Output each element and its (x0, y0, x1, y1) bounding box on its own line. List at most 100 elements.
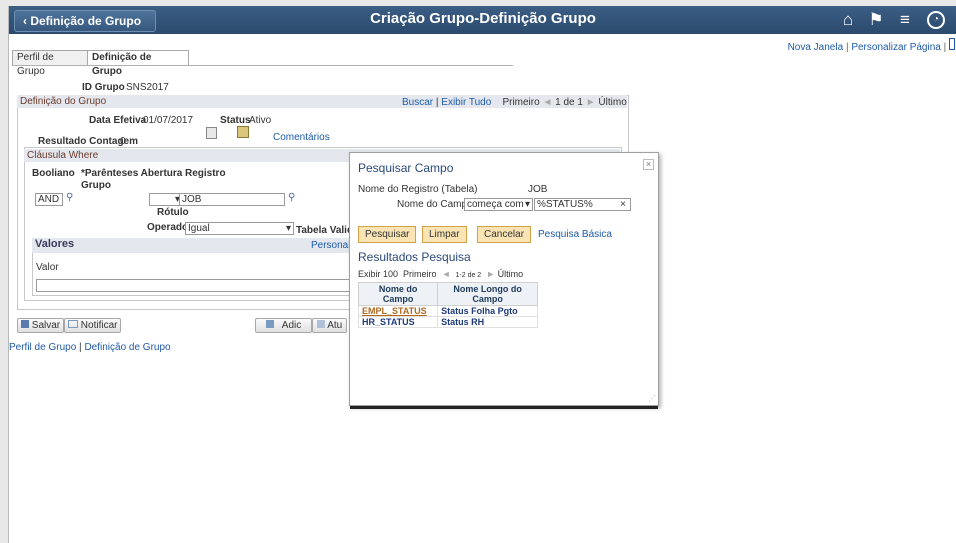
menu-icon[interactable]: ≡ (895, 10, 915, 30)
find-link[interactable]: Buscar (402, 97, 433, 108)
clear-icon[interactable]: × (620, 199, 626, 210)
next-icon[interactable]: ► (586, 97, 596, 108)
field-operator-select[interactable]: começa com ▾ (464, 198, 533, 211)
col-group: Grupo (81, 180, 111, 191)
update-button[interactable]: Atu (312, 318, 348, 333)
section-title: Cláusula Where (27, 150, 99, 161)
resize-grip-icon[interactable]: ⋰ (648, 394, 656, 403)
record-input[interactable]: JOB (179, 193, 285, 206)
value-column-header: Valor (36, 262, 59, 273)
search-label: Pesquisar (365, 229, 410, 240)
chevron-down-icon: ▾ (524, 199, 530, 210)
notify-button[interactable]: Notificar (64, 318, 122, 333)
search-button[interactable]: Pesquisar (358, 226, 417, 243)
col-field-name: Nome do Campo (357, 282, 439, 306)
lookup-icon[interactable]: ⚲ (66, 192, 73, 203)
top-links: Nova Janela | Personalizar Página | (788, 38, 955, 53)
results-title: Resultados Pesquisa (358, 250, 471, 264)
save-button[interactable]: Salvar (17, 318, 65, 333)
open-paren-select[interactable]: ▾ (149, 193, 181, 206)
app-frame: ‹ Definição de Grupo Criação Grupo-Defin… (8, 6, 956, 543)
first-label: Primeiro (502, 97, 540, 108)
table-row[interactable]: EMPL_STATUS Status Folha Pgto (357, 305, 538, 317)
operator-select[interactable]: Igual ▾ (185, 222, 294, 235)
group-def-nav: Buscar | Exibir Tudo Primeiro ◄ 1 de 1 ►… (402, 97, 627, 108)
add-button[interactable]: Adic (255, 318, 313, 333)
lookup-icon[interactable]: ⚲ (288, 192, 295, 203)
field-name-input[interactable]: %STATUS% × (534, 198, 631, 211)
dialog-shadow (350, 406, 658, 409)
prev-icon[interactable]: ◄ (442, 269, 451, 279)
cancel-label: Cancelar (484, 229, 525, 240)
record-name-value: JOB (528, 184, 548, 195)
home-icon[interactable]: ⌂ (838, 10, 858, 30)
navbar-icon[interactable]: ◔ (927, 11, 945, 29)
footer-links: Perfil de Grupo | Definição de Grupo (9, 342, 171, 353)
save-icon (21, 320, 29, 328)
result-field-long-name[interactable]: Status RH (437, 316, 538, 328)
operator-value: Igual (188, 223, 210, 234)
page-counter: 1 de 1 (555, 97, 583, 108)
range-counter: 1-2 de 2 (455, 272, 482, 279)
calendar-icon[interactable] (206, 127, 217, 139)
chevron-down-icon: ▾ (285, 223, 291, 234)
clear-button[interactable]: Limpar (422, 226, 467, 243)
prev-icon[interactable]: ◄ (542, 97, 552, 108)
tab-group-definition[interactable]: Definição de Grupo (87, 50, 189, 77)
eff-date-label: Data Efetiva (89, 115, 147, 126)
col-record: Registro (185, 168, 226, 179)
link-separator: | (943, 42, 947, 53)
tab-group-profile[interactable]: Perfil de Grupo (12, 50, 88, 77)
save-label: Salvar (31, 320, 61, 331)
notify-label: Notificar (80, 320, 118, 331)
add-label: Adic (281, 320, 302, 331)
top-banner: ‹ Definição de Grupo Criação Grupo-Defin… (9, 6, 956, 34)
record-value: JOB (182, 194, 202, 205)
new-window-link[interactable]: Nova Janela (788, 42, 844, 53)
spellcheck-icon[interactable] (237, 126, 249, 138)
clear-label: Limpar (429, 229, 460, 240)
flag-icon[interactable]: ⚑ (866, 10, 886, 30)
first-label: Primeiro (403, 269, 437, 279)
view-all-link[interactable]: Exibir Tudo (441, 97, 491, 108)
add-icon (266, 320, 274, 328)
section-title: Valores (35, 238, 75, 250)
group-id-value: SNS2017 (126, 82, 169, 93)
help-icon[interactable] (949, 38, 955, 50)
result-field-name[interactable]: EMPL_STATUS (357, 305, 439, 317)
values-header: Valores (32, 238, 349, 253)
table-header-row: Nome do Campo Nome Longo do Campo (357, 282, 538, 306)
record-name-label: Nome do Registro (Tabela) (358, 184, 478, 195)
update-icon (317, 320, 325, 328)
show-all-link[interactable]: Exibir 100 (358, 269, 398, 279)
result-field-long-name[interactable]: Status Folha Pgto (437, 305, 538, 317)
status-label: Status (220, 115, 251, 126)
result-count-value: 0 (120, 136, 126, 147)
footer-link-definition[interactable]: Definição de Grupo (84, 342, 170, 353)
boolean-input[interactable]: AND (35, 193, 63, 206)
col-open-paren: *Parênteses Abertura (81, 168, 183, 179)
basic-search-link[interactable]: Pesquisa Básica (538, 229, 612, 240)
personalize-page-link[interactable]: Personalizar Página (851, 42, 941, 53)
value-input[interactable] (36, 279, 350, 292)
results-nav: Exibir 100 Primeiro ◄ 1-2 de 2 ► Último (358, 269, 523, 279)
cancel-button[interactable]: Cancelar (477, 226, 532, 243)
boolean-value: AND (38, 194, 60, 205)
link-separator: | (845, 42, 849, 53)
update-label: Atu (327, 320, 343, 331)
link-separator: | (79, 342, 82, 353)
col-boolean: Booliano (32, 168, 75, 179)
last-label: Último (497, 269, 524, 279)
label-label: Rótulo (157, 207, 189, 218)
result-field-name[interactable]: HR_STATUS (357, 316, 439, 328)
group-id-label: ID Grupo (82, 82, 125, 93)
close-icon[interactable]: × (643, 159, 654, 170)
footer-link-profile[interactable]: Perfil de Grupo (9, 342, 76, 353)
next-icon[interactable]: ► (486, 269, 495, 279)
status-value: Ativo (249, 115, 272, 126)
tab-divider (13, 65, 513, 66)
table-row[interactable]: HR_STATUS Status RH (357, 316, 538, 328)
comments-link[interactable]: Comentários (273, 132, 330, 143)
eff-date-value: 01/07/2017 (143, 115, 194, 126)
field-operator-value: começa com (467, 199, 524, 210)
